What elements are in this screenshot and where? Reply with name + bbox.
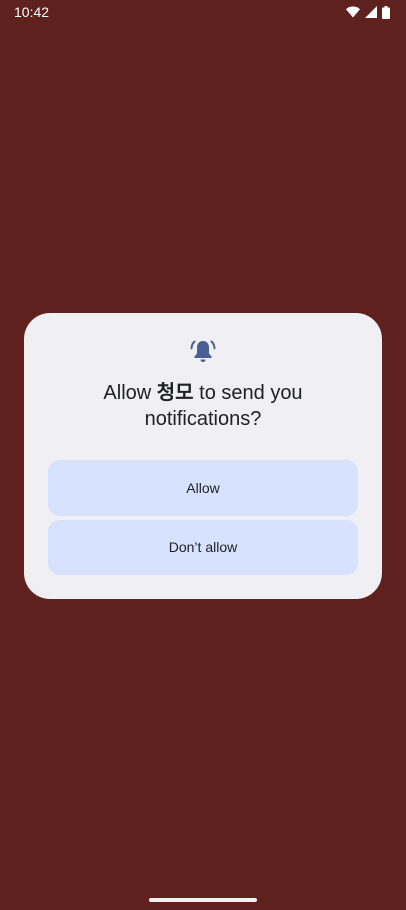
notification-bell-icon [189,337,217,365]
notification-permission-dialog: Allow 청모 to send you notifications? Allo… [24,313,382,599]
cellular-signal-icon [365,6,377,18]
home-indicator[interactable] [149,898,257,902]
dialog-title: Allow 청모 to send you notifications? [48,379,358,432]
app-name: 청모 [156,380,194,404]
status-time: 10:42 [14,4,50,20]
status-icons [346,5,390,19]
wifi-icon [346,6,360,18]
battery-icon [382,5,390,19]
dialog-title-prefix: Allow [103,382,157,404]
dont-allow-button[interactable]: Don’t allow [48,519,358,575]
allow-button[interactable]: Allow [48,460,358,516]
status-bar: 10:42 [0,0,406,24]
